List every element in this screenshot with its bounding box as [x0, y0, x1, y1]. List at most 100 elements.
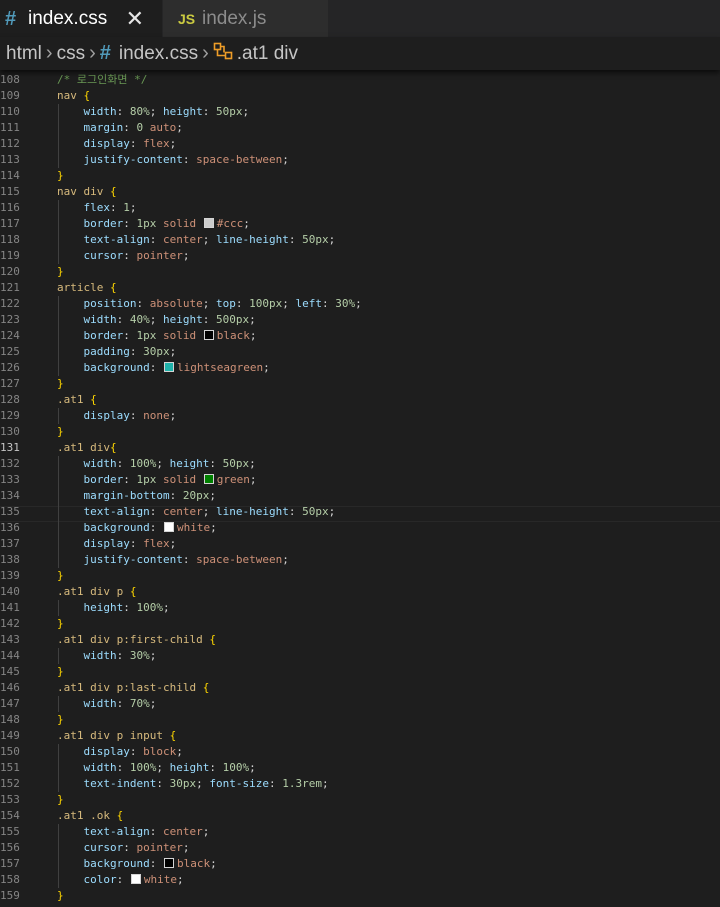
- code-token: :: [116, 457, 130, 470]
- code-line[interactable]: 159}: [0, 888, 720, 904]
- code-line[interactable]: 155 text-align: center;: [0, 824, 720, 840]
- code-line[interactable]: 117 border: 1px solid #ccc;: [0, 216, 720, 232]
- code-text: display: flex;: [57, 136, 177, 152]
- code-line[interactable]: 144 width: 30%;: [0, 648, 720, 664]
- code-line[interactable]: 146 .at1 div p:last-child {: [0, 680, 720, 696]
- code-line[interactable]: 128 .at1 {: [0, 392, 720, 408]
- color-swatch-icon[interactable]: [130, 874, 141, 884]
- code-line[interactable]: 124 border: 1px solid black;: [0, 328, 720, 344]
- code-line[interactable]: 158 color: white;: [0, 872, 720, 888]
- indent-guide: [58, 408, 59, 424]
- color-swatch-icon[interactable]: [203, 474, 214, 484]
- code-token: 50px: [302, 505, 329, 518]
- code-line[interactable]: 118 text-align: center; line-height: 50p…: [0, 232, 720, 248]
- code-line[interactable]: 148}: [0, 712, 720, 728]
- code-line[interactable]: 120}: [0, 264, 720, 280]
- code-line[interactable]: 114}: [0, 168, 720, 184]
- code-line[interactable]: 109 nav {: [0, 88, 720, 104]
- code-token: solid: [163, 217, 203, 230]
- code-line[interactable]: 111 margin: 0 auto;: [0, 120, 720, 136]
- code-line[interactable]: 110 width: 80%; height: 50px;: [0, 104, 720, 120]
- code-line[interactable]: 119 cursor: pointer;: [0, 248, 720, 264]
- tab-index-js[interactable]: JS index.js: [163, 0, 328, 37]
- code-line[interactable]: 132 width: 100%; height: 50px;: [0, 456, 720, 472]
- code-line[interactable]: 135 text-align: center; line-height: 50p…: [0, 504, 720, 520]
- line-number: 142: [0, 617, 20, 630]
- color-swatch-icon[interactable]: [163, 858, 174, 868]
- code-line[interactable]: 126 background: lightseagreen;: [0, 360, 720, 376]
- code-line[interactable]: 147 width: 70%;: [0, 696, 720, 712]
- code-text: background: lightseagreen;: [57, 360, 270, 376]
- code-line[interactable]: 122 position: absolute; top: 100px; left…: [0, 296, 720, 312]
- color-swatch-icon[interactable]: [163, 522, 174, 532]
- code-token: {: [202, 681, 210, 694]
- indent-guide: [58, 456, 59, 568]
- close-icon[interactable]: ✕: [126, 3, 144, 35]
- code-line[interactable]: 143 .at1 div p:first-child {: [0, 632, 720, 648]
- code-line[interactable]: 115 nav div {: [0, 184, 720, 200]
- line-number: 134: [0, 489, 20, 502]
- line-number: 116: [0, 201, 20, 214]
- code-line[interactable]: 151 width: 100%; height: 100%;: [0, 760, 720, 776]
- code-line[interactable]: 149 .at1 div p input {: [0, 728, 720, 744]
- color-swatch-icon[interactable]: [203, 330, 214, 340]
- code-line[interactable]: 134 margin-bottom: 20px;: [0, 488, 720, 504]
- code-token: .at1 div p:first-child: [57, 633, 210, 646]
- code-text: width: 70%;: [57, 696, 157, 712]
- code-text: padding: 30px;: [57, 344, 177, 360]
- code-line[interactable]: 157 background: black;: [0, 856, 720, 872]
- code-line[interactable]: 156 cursor: pointer;: [0, 840, 720, 856]
- code-line[interactable]: 123 width: 40%; height: 500px;: [0, 312, 720, 328]
- code-text: text-align: center; line-height: 50px;: [57, 232, 336, 248]
- code-line[interactable]: 154 .at1 .ok {: [0, 808, 720, 824]
- code-line[interactable]: 139}: [0, 568, 720, 584]
- code-line[interactable]: 141 height: 100%;: [0, 600, 720, 616]
- code-token: white: [176, 521, 211, 534]
- code-line[interactable]: 137 display: flex;: [0, 536, 720, 552]
- code-line[interactable]: 131 .at1 div{: [0, 440, 720, 456]
- code-token: :: [209, 457, 223, 470]
- line-number: 119: [0, 249, 20, 262]
- breadcrumb-item-selector[interactable]: .at1 div: [237, 43, 298, 65]
- code-line[interactable]: 142}: [0, 616, 720, 632]
- code-token: :: [268, 777, 283, 790]
- breadcrumb-item-html[interactable]: html: [6, 43, 42, 65]
- code-line[interactable]: 153}: [0, 792, 720, 808]
- code-token: pointer: [136, 249, 183, 262]
- color-swatch-icon[interactable]: [163, 362, 174, 372]
- code-line[interactable]: 138 justify-content: space-between;: [0, 552, 720, 568]
- code-line[interactable]: 121 article {: [0, 280, 720, 296]
- code-line[interactable]: 150 display: block;: [0, 744, 720, 760]
- breadcrumb-item-css[interactable]: css: [57, 43, 86, 65]
- code-text: }: [57, 264, 64, 280]
- code-text: width: 100%; height: 100%;: [57, 760, 256, 776]
- code-line[interactable]: 145}: [0, 664, 720, 680]
- code-line[interactable]: 130}: [0, 424, 720, 440]
- breadcrumb-item-file[interactable]: index.css: [119, 43, 198, 65]
- code-token: {: [116, 809, 124, 822]
- code-text: display: block;: [57, 744, 183, 760]
- code-token: center: [162, 233, 203, 246]
- code-line[interactable]: 152 text-indent: 30px; font-size: 1.3rem…: [0, 776, 720, 792]
- color-swatch-icon[interactable]: [203, 218, 214, 228]
- code-line[interactable]: 125 padding: 30px;: [0, 344, 720, 360]
- code-line[interactable]: 136 background: white;: [0, 520, 720, 536]
- code-token: :: [123, 121, 137, 134]
- code-line[interactable]: 116 flex: 1;: [0, 200, 720, 216]
- code-line[interactable]: 129 display: none;: [0, 408, 720, 424]
- code-line[interactable]: 113 justify-content: space-between;: [0, 152, 720, 168]
- tab-index-css[interactable]: # index.css ✕: [0, 0, 162, 37]
- code-line[interactable]: 140 .at1 div p {: [0, 584, 720, 600]
- code-token: background: [83, 857, 150, 870]
- code-token: :: [149, 361, 163, 374]
- indent-guide: [58, 648, 59, 664]
- code-line[interactable]: 133 border: 1px solid green;: [0, 472, 720, 488]
- line-number: 146: [0, 681, 20, 694]
- code-line[interactable]: 112 display: flex;: [0, 136, 720, 152]
- code-editor[interactable]: 108/* 로그인화면 */109 nav {110 width: 80%; he…: [0, 70, 720, 907]
- code-line[interactable]: 108 /* 로그인화면 */: [0, 72, 720, 88]
- code-token: ;: [282, 553, 289, 566]
- code-token: 100%: [222, 761, 250, 774]
- code-token: 20px: [182, 489, 210, 502]
- code-line[interactable]: 127}: [0, 376, 720, 392]
